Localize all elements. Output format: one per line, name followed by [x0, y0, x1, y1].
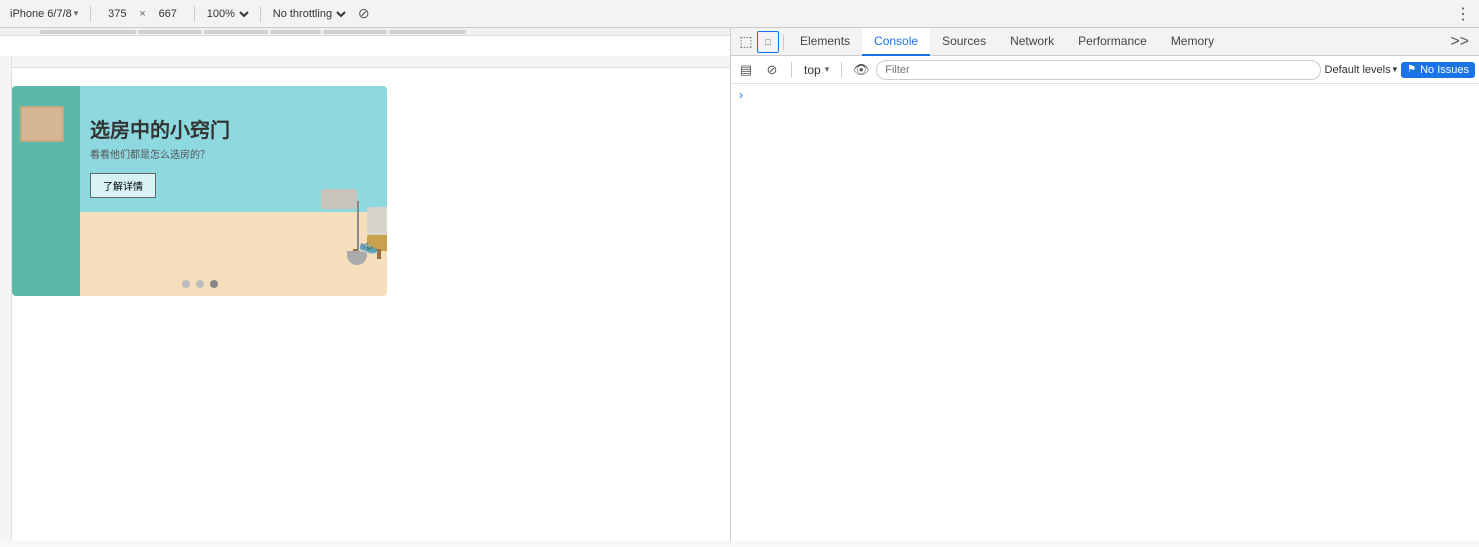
levels-chevron-icon: ▾: [1393, 64, 1398, 75]
levels-label: Default levels: [1325, 64, 1391, 76]
separator-2: [194, 6, 195, 22]
banner-title: 选房中的小窍门: [90, 114, 230, 143]
chevron-right-icon: >>: [1450, 33, 1469, 50]
sidebar-toggle-button[interactable]: ▤: [735, 59, 757, 81]
devtools-tabs: ⬚ □ Elements Console Sources Network Per…: [731, 28, 1479, 56]
chevron-down-icon: ▾: [74, 8, 79, 19]
more-options-button[interactable]: ⋮: [1451, 3, 1473, 25]
no-issues-label: No Issues: [1420, 64, 1469, 76]
toggle-device-button[interactable]: □: [757, 31, 779, 53]
banner-cta-button[interactable]: 了解详情: [90, 173, 156, 198]
device-toolbar: iPhone 6/7/8 ▾ × 100% No throttling ⊘ ⋮: [0, 0, 1479, 28]
separator-1: [90, 6, 91, 22]
devtools-more-button[interactable]: >>: [1444, 33, 1475, 51]
shoes-decoration: 👟: [359, 236, 379, 256]
banner-left-decoration: [12, 86, 80, 296]
tab-network[interactable]: Network: [998, 28, 1066, 56]
banner-container: 选房中的小窍门 看看他们都是怎么选房的？ 了解详情: [12, 86, 387, 296]
dot-3: [210, 280, 218, 288]
sidebar-icon: ▤: [740, 62, 752, 78]
clear-icon: ⊘: [767, 62, 778, 78]
mattress: [367, 207, 387, 235]
main-container: 选房中的小窍门 看看他们都是怎么选房的？ 了解详情: [0, 28, 1479, 541]
context-selector[interactable]: top ▾: [800, 63, 833, 77]
filter-input[interactable]: [876, 60, 1320, 80]
inspect-cursor-button[interactable]: ⬚: [735, 31, 757, 53]
device-selector[interactable]: iPhone 6/7/8 ▾: [6, 6, 82, 22]
tab-sources[interactable]: Sources: [930, 28, 998, 56]
log-levels-selector[interactable]: Default levels ▾: [1325, 64, 1398, 76]
banner: 选房中的小窍门 看看他们都是怎么选房的？ 了解详情: [12, 86, 387, 296]
clear-console-button[interactable]: ⊘: [761, 59, 783, 81]
tab-separator: [783, 34, 784, 50]
scroll-progress-bar: [0, 28, 730, 36]
devtools-panel: ⬚ □ Elements Console Sources Network Per…: [730, 28, 1479, 541]
console-content: ›: [731, 84, 1479, 541]
dot-2: [196, 280, 204, 288]
banner-subtitle: 看看他们都是怎么选房的？: [90, 146, 230, 161]
more-icon: ⋮: [1455, 4, 1469, 24]
dot-1: [182, 280, 190, 288]
flag-icon: ⚑: [1407, 64, 1416, 75]
context-chevron-icon: ▾: [825, 64, 830, 75]
device-toggle-icon: □: [765, 37, 770, 47]
device-name-label: iPhone 6/7/8: [10, 8, 72, 20]
banner-dots: [12, 280, 387, 288]
dimension-x-label: ×: [139, 8, 145, 20]
zoom-select[interactable]: 100%: [203, 7, 252, 21]
pillow: [321, 189, 357, 209]
console-toolbar: ▤ ⊘ top ▾ 👁 Default levels ▾ ⚑ No Issues: [731, 56, 1479, 84]
banner-text: 选房中的小窍门 看看他们都是怎么选房的？ 了解详情: [90, 114, 230, 198]
picture-frame: [20, 106, 64, 142]
tab-performance[interactable]: Performance: [1066, 28, 1159, 56]
rotate-icon-button[interactable]: ⊘: [353, 3, 375, 25]
console-separator-2: [841, 62, 842, 78]
separator-3: [260, 6, 261, 22]
no-issues-badge[interactable]: ⚑ No Issues: [1401, 62, 1475, 78]
ruler-left: [0, 56, 12, 541]
height-input[interactable]: [150, 8, 186, 20]
rotate-icon: ⊘: [358, 5, 370, 22]
console-prompt-arrow[interactable]: ›: [737, 86, 745, 104]
ruler-top: [0, 56, 730, 68]
eye-button[interactable]: 👁: [850, 59, 872, 81]
context-label: top: [804, 63, 821, 77]
tab-console[interactable]: Console: [862, 28, 930, 56]
eye-icon: 👁: [853, 62, 870, 78]
console-separator: [791, 62, 792, 78]
emulator-panel: 选房中的小窍门 看看他们都是怎么选房的？ 了解详情: [0, 28, 730, 541]
tab-memory[interactable]: Memory: [1159, 28, 1226, 56]
tab-elements[interactable]: Elements: [788, 28, 862, 56]
width-input[interactable]: [99, 8, 135, 20]
cursor-icon: ⬚: [739, 33, 752, 50]
throttle-select[interactable]: No throttling: [269, 7, 349, 21]
